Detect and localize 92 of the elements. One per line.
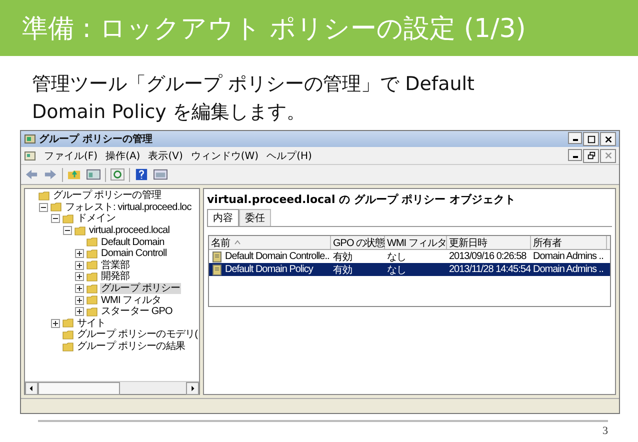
folder-icon: [86, 259, 98, 272]
page-number: 3: [602, 425, 608, 437]
window-title: グループ ポリシーの管理: [39, 132, 152, 146]
tab[interactable]: 委任: [239, 209, 271, 226]
policy-icon: [211, 250, 223, 262]
tree-item[interactable]: virtual.proceed.local: [88, 225, 171, 236]
slide-title: 準備 : ロックアウト ポリシーの設定 (1/3): [22, 12, 526, 46]
expand-toggle[interactable]: [39, 202, 48, 212]
policy-icon: [211, 264, 223, 276]
table-row[interactable]: Default Domain Policy 有効 なし 2013/11/28 14:45:54 Domain Admins ..: [209, 263, 610, 276]
tree-item[interactable]: 開発部: [100, 271, 131, 282]
expand-toggle[interactable]: [75, 284, 84, 294]
table-cell: Default Domain Controlle..: [225, 251, 330, 262]
restore-button[interactable]: [583, 148, 599, 162]
tree-item[interactable]: グループ ポリシーのモデリ(: [76, 329, 199, 340]
close-icon: [604, 134, 612, 144]
close-icon: [604, 151, 612, 160]
menu-item[interactable]: 表示(V): [148, 148, 183, 162]
close-button[interactable]: [600, 132, 616, 146]
table-cell-text: なし: [387, 250, 406, 264]
folder-icon: [86, 306, 98, 318]
table-cell-text: 有効: [333, 250, 352, 264]
column-header[interactable]: 更新日時: [447, 236, 531, 249]
table-row[interactable]: Default Domain Controlle.. 有効 なし 2013/09/16 0:26:58 Domain Admins ..: [209, 250, 610, 263]
folder-icon: [38, 190, 50, 202]
tree-item[interactable]: ドメイン: [76, 213, 116, 224]
column-header[interactable]: 所有者: [531, 236, 607, 249]
expand-toggle[interactable]: [75, 296, 84, 305]
tree-item[interactable]: スターター GPO: [100, 306, 174, 318]
panel-heading: virtual.proceed.local の グループ ポリシー オブジェクト: [207, 192, 517, 207]
tree-item[interactable]: Domain Controll: [100, 248, 168, 260]
menu-item[interactable]: ファイル(F): [44, 148, 98, 162]
folder-icon: [62, 328, 74, 341]
column-header[interactable]: WMI フィルタ: [385, 236, 447, 249]
expand-toggle[interactable]: [75, 249, 84, 258]
tree-item[interactable]: サイト: [76, 318, 107, 329]
tree-item[interactable]: フォレスト: virtual.proceed.loc: [64, 202, 192, 213]
expand-toggle[interactable]: [75, 307, 84, 316]
tree-item[interactable]: Default Domain: [100, 236, 166, 248]
expand-toggle[interactable]: [63, 226, 72, 236]
folder-icon: [74, 224, 86, 237]
minimize-icon: [572, 139, 578, 141]
expand-toggle[interactable]: [51, 214, 60, 224]
scroll-right-icon[interactable]: [186, 382, 199, 395]
expand-toggle[interactable]: [75, 272, 84, 282]
document-icon: [24, 150, 36, 162]
scroll-left-icon[interactable]: [25, 382, 38, 395]
table-cell: 2013/09/16 0:26:58: [449, 251, 526, 262]
tab[interactable]: 内容: [207, 209, 239, 226]
menu-item[interactable]: ウィンドウ(W): [190, 148, 259, 162]
console-icon[interactable]: [86, 168, 101, 181]
body-text: 管理ツール「グループ ポリシーの管理」で Default Domain Policy を編集します。: [32, 72, 476, 125]
horizontal-scrollbar[interactable]: [25, 381, 199, 394]
table-cell: Default Domain Policy: [225, 264, 313, 275]
tree-item[interactable]: グループ ポリシーの管理: [52, 190, 162, 202]
console-icon[interactable]: [153, 168, 168, 181]
folder-icon: [86, 282, 98, 295]
help-icon[interactable]: [134, 168, 149, 181]
minimize-icon: [572, 156, 578, 158]
maximize-icon: [586, 134, 596, 144]
table-cell-text: 有効: [333, 264, 352, 276]
tree-item[interactable]: グループ ポリシー: [100, 283, 182, 294]
scroll-thumb[interactable]: [38, 382, 120, 395]
folder-icon: [62, 340, 74, 353]
expand-toggle[interactable]: [75, 260, 84, 270]
column-header[interactable]: 名前: [209, 236, 331, 249]
folder-icon: [86, 236, 98, 248]
menu-item[interactable]: 操作(A): [106, 148, 140, 162]
sort-icon: [234, 240, 241, 245]
column-header[interactable]: GPO の状態: [331, 236, 385, 249]
refresh-icon[interactable]: [110, 168, 125, 181]
minimize-button[interactable]: [568, 132, 582, 144]
folder-icon: [62, 317, 74, 330]
folder-icon: [50, 201, 62, 214]
table-cell: Domain Admins ..: [533, 251, 604, 262]
table-cell-text: なし: [387, 264, 406, 276]
tree-item[interactable]: グループ ポリシーの結果: [76, 341, 186, 352]
folder-icon: [62, 212, 74, 225]
restore-icon: [586, 151, 596, 160]
table-cell: Domain Admins ..: [533, 264, 604, 275]
app-icon: [24, 133, 36, 145]
folder-up-icon[interactable]: [67, 168, 82, 181]
expand-toggle[interactable]: [51, 318, 60, 328]
tree-item[interactable]: 営業部: [100, 260, 131, 271]
folder-icon: [86, 294, 98, 306]
menu-item[interactable]: ヘルプ(H): [266, 148, 312, 162]
table-cell: 2013/11/28 14:45:54: [449, 264, 531, 275]
maximize-button[interactable]: [583, 132, 599, 146]
minimize-button[interactable]: [568, 148, 582, 160]
tree-item[interactable]: WMI フィルタ: [100, 294, 162, 306]
folder-icon: [86, 270, 98, 283]
folder-icon: [86, 248, 98, 260]
